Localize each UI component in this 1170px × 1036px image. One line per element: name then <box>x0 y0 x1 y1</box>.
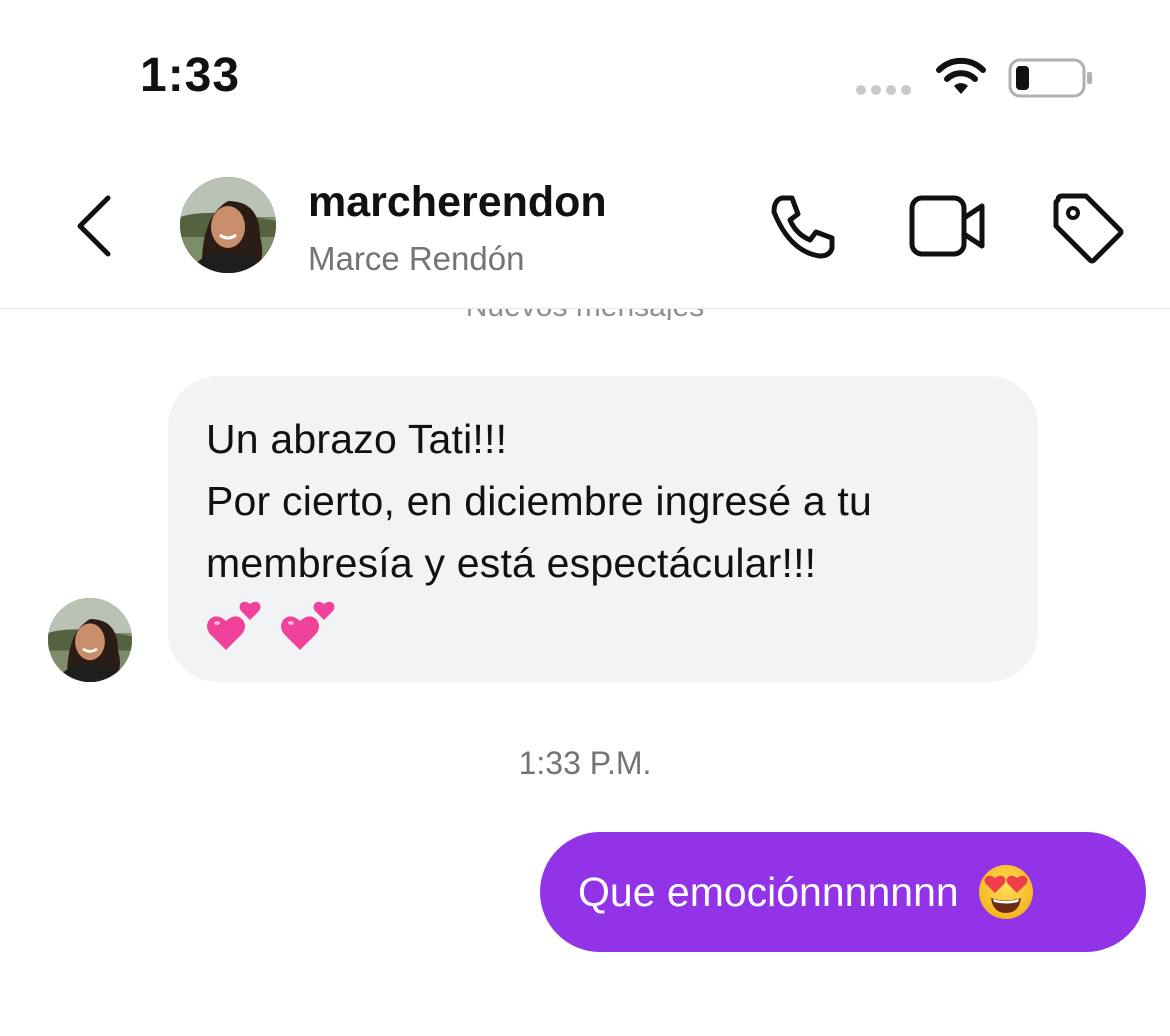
message-line: membresía y está espectácular!!! <box>206 540 817 586</box>
status-time: 1:33 <box>140 49 241 102</box>
status-bar: 1:33 <box>0 0 1170 150</box>
battery-icon <box>1008 58 1092 98</box>
back-chevron-icon[interactable] <box>74 194 116 258</box>
phone-icon[interactable] <box>768 192 838 262</box>
outgoing-message-bubble[interactable]: Que emociónnnnnnn <box>540 832 1146 952</box>
contact-avatar[interactable] <box>180 177 276 273</box>
hearts-emoji-row <box>206 596 1000 654</box>
signal-dots-icon <box>856 85 911 95</box>
message-timestamp: 1:33 P.M. <box>518 745 652 781</box>
contact-full-name: Marce Rendón <box>308 240 525 277</box>
tag-icon[interactable] <box>1052 192 1124 264</box>
contact-username[interactable]: marcherendon <box>308 178 607 227</box>
two-hearts-emoji <box>281 601 335 650</box>
outgoing-message-text: Que emociónnnnnnn <box>578 868 959 915</box>
message-line: Un abrazo Tati!!! <box>206 416 508 462</box>
sender-avatar[interactable] <box>48 598 132 682</box>
heart-eyes-emoji <box>978 865 1033 919</box>
video-camera-icon[interactable] <box>908 194 988 258</box>
message-line: Por cierto, en diciembre ingresé a tu <box>206 478 873 524</box>
chat-header: marcherendon Marce Rendón <box>0 150 1170 309</box>
avatar-photo <box>180 177 276 273</box>
two-hearts-emoji <box>207 601 261 650</box>
avatar-photo <box>48 598 132 682</box>
wifi-icon <box>936 57 986 94</box>
incoming-message-bubble[interactable]: Un abrazo Tati!!! Por cierto, en diciemb… <box>168 376 1038 682</box>
